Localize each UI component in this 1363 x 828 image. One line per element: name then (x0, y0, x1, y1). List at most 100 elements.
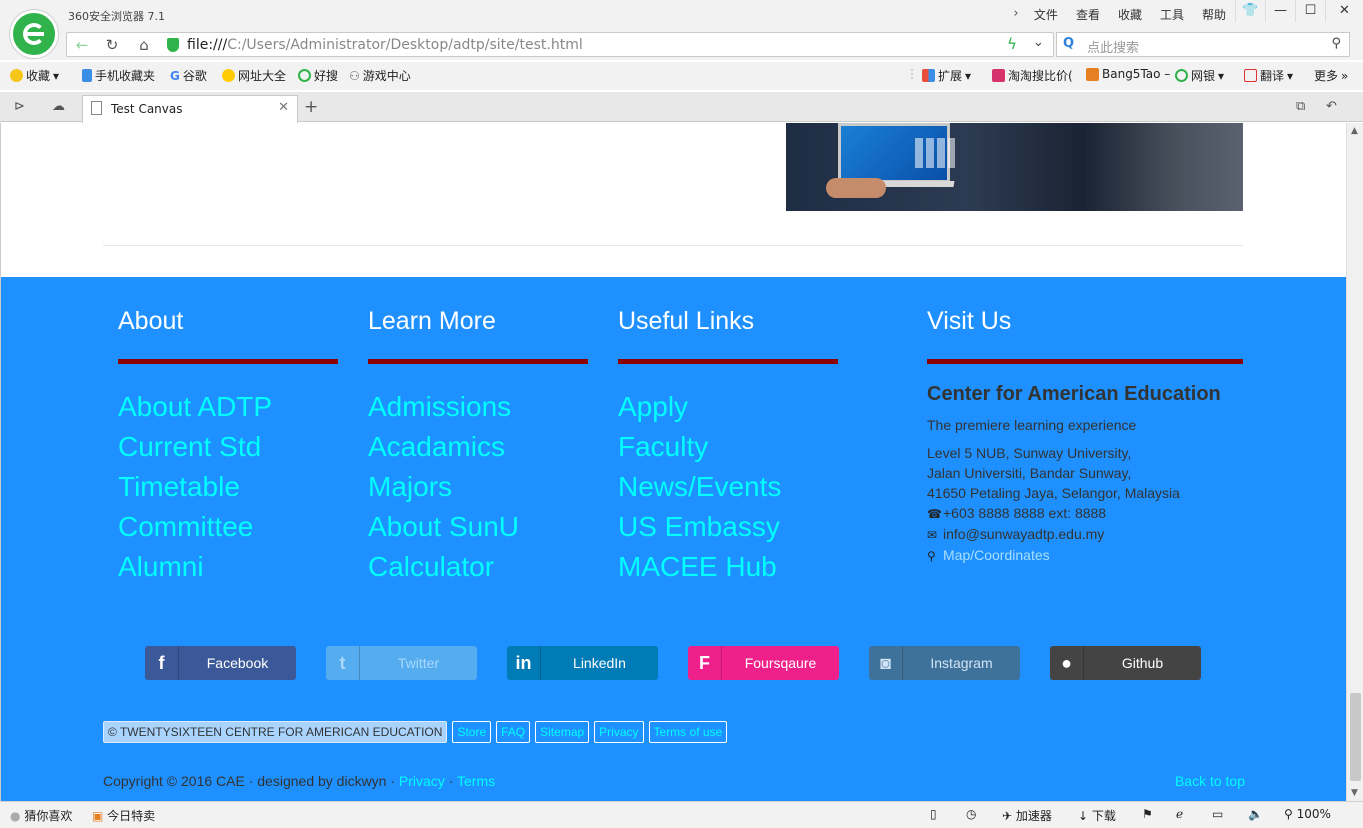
phone-number: +603 8888 8888 ext: 8888 (943, 505, 1107, 521)
footer-link[interactable]: MACEE Hub (618, 547, 781, 587)
store-link[interactable]: Store (452, 721, 492, 743)
ie-mode-icon[interactable]: ℯ (1176, 807, 1183, 821)
linkedin-button[interactable]: in LinkedIn (507, 646, 658, 680)
footer-link[interactable]: About SunU (368, 507, 519, 547)
tab-list-icon[interactable]: ⧉ (1296, 99, 1305, 114)
column-heading: Visit Us (927, 307, 1012, 335)
footer-link[interactable]: About ADTP (118, 387, 272, 427)
bookmark-sites[interactable]: 网址大全 (222, 67, 286, 84)
section-divider (103, 245, 1243, 246)
minimize-button[interactable]: — (1265, 0, 1295, 22)
cloud-icon[interactable]: ☁ (52, 99, 65, 114)
tab-close-icon[interactable]: ✕ (278, 100, 289, 115)
footer-link[interactable]: Calculator (368, 547, 519, 587)
privacy-link[interactable]: Privacy (594, 721, 644, 743)
flag-icon[interactable]: ⚑ (1142, 807, 1153, 821)
back-to-top-link[interactable]: Back to top (1175, 773, 1245, 789)
browser-logo-icon[interactable] (10, 10, 58, 58)
restore-tab-icon[interactable]: ↶ (1326, 99, 1337, 114)
volume-icon[interactable]: 🔈 (1248, 807, 1263, 821)
scroll-down-icon[interactable]: ▼ (1351, 788, 1358, 798)
scroll-thumb[interactable] (1350, 693, 1361, 781)
extensions-button[interactable]: 扩展 ▾ (922, 67, 971, 84)
footer-link[interactable]: Faculty (618, 427, 781, 467)
footer-link[interactable]: Majors (368, 467, 519, 507)
bookmark-bank[interactable]: 网银 ▾ (1175, 67, 1224, 84)
maximize-button[interactable]: ☐ (1295, 0, 1325, 22)
bookmark-mobile[interactable]: 手机收藏夹 (82, 67, 155, 84)
bookmark-label: 收藏 (26, 69, 51, 83)
bookmark-more[interactable]: 更多 » (1314, 67, 1348, 84)
google-icon: G (170, 68, 180, 83)
instagram-button[interactable]: ◙ Instagram (869, 646, 1020, 680)
legal-links: © TWENTYSIXTEEN CENTRE FOR AMERICAN EDUC… (103, 721, 728, 743)
bookmark-google[interactable]: G 谷歌 (170, 67, 207, 84)
menu-file[interactable]: 文件 (1025, 6, 1067, 23)
search-engine-icon[interactable]: Q (1063, 36, 1074, 51)
zoom-control[interactable]: ⚲ 100% (1284, 807, 1331, 821)
column-heading: Learn More (368, 307, 496, 335)
bookmark-games[interactable]: ⚇ 游戏中心 (349, 67, 411, 84)
vertical-scrollbar[interactable]: ▲ ▼ (1346, 123, 1363, 801)
menu-help[interactable]: 帮助 (1193, 6, 1235, 23)
close-button[interactable]: ✕ (1325, 0, 1363, 22)
url-input[interactable]: file:///C:/Users/Administrator/Desktop/a… (187, 37, 583, 53)
search-input[interactable]: 点此搜索 (1087, 37, 1139, 56)
url-box[interactable]: ← ↻ ⌂ file:///C:/Users/Administrator/Des… (66, 32, 1054, 57)
url-dropdown-icon[interactable]: ⌄ (1033, 35, 1044, 50)
bookmark-taotao[interactable]: 淘淘搜比价( (992, 67, 1073, 84)
skin-icon[interactable]: 👕 (1235, 0, 1265, 22)
footer-link[interactable]: Committee (118, 507, 272, 547)
footer-link[interactable]: Admissions (368, 387, 519, 427)
new-tab-button[interactable]: + (304, 97, 318, 117)
footer-link[interactable]: Apply (618, 387, 781, 427)
mobile-icon[interactable]: ▯ (930, 807, 937, 821)
menu-view[interactable]: 查看 (1067, 6, 1109, 23)
footer-link[interactable]: Current Std (118, 427, 272, 467)
network-icon[interactable]: ◷ (966, 807, 976, 821)
map-link[interactable]: Map/Coordinates (943, 547, 1050, 563)
contact-block: Level 5 NUB, Sunway University, Jalan Un… (927, 443, 1180, 566)
privacy-bottom-link[interactable]: Privacy (399, 773, 445, 789)
terms-bottom-link[interactable]: Terms (457, 773, 495, 789)
bookmark-favorites[interactable]: 收藏 ▾ (10, 67, 59, 84)
search-icon[interactable]: ⚲ (1331, 36, 1341, 51)
window-icon[interactable]: ▭ (1212, 807, 1223, 821)
todays-deals[interactable]: ▣ 今日特卖 (92, 807, 155, 824)
bookmark-haosou[interactable]: 好搜 (298, 67, 338, 84)
guess-you-like[interactable]: ● 猜你喜欢 (10, 807, 72, 824)
speed-mode-icon[interactable]: ϟ (1007, 35, 1017, 53)
download-button[interactable]: ↓ 下载 (1078, 807, 1116, 824)
accelerator-button[interactable]: ✈ 加速器 (1002, 807, 1052, 824)
app-title: 360安全浏览器 7.1 (68, 10, 165, 23)
facebook-button[interactable]: f Facebook (145, 646, 296, 680)
back-arrow-icon[interactable]: ← (71, 36, 93, 54)
sites-icon (222, 69, 235, 82)
twitter-button[interactable]: t Twitter (326, 646, 477, 680)
menu-tools[interactable]: 工具 (1151, 6, 1193, 23)
sitemap-link[interactable]: Sitemap (535, 721, 590, 743)
home-icon[interactable]: ⌂ (133, 36, 155, 54)
map-row[interactable]: ⚲ Map/Coordinates (927, 545, 1180, 566)
footer-link[interactable]: News/Events (618, 467, 781, 507)
tab-bar: ⊳ ☁ Test Canvas ✕ + ⧉ ↶ (0, 92, 1363, 123)
github-button[interactable]: ● Github (1050, 646, 1201, 680)
bookmark-translate[interactable]: 翻译 ▾ (1244, 67, 1293, 84)
copyright-icon: © (108, 725, 117, 739)
footer-link[interactable]: Acadamics (368, 427, 519, 467)
search-box[interactable]: Q 点此搜索 ⚲ (1056, 32, 1350, 57)
footer-link[interactable]: Timetable (118, 467, 272, 507)
sidebar-toggle-icon[interactable]: ⊳ (14, 99, 25, 114)
reload-icon[interactable]: ↻ (101, 36, 123, 54)
footer-link[interactable]: US Embassy (618, 507, 781, 547)
email-row: ✉ info@sunwayadtp.edu.my (927, 524, 1180, 545)
menu-favorites[interactable]: 收藏 (1109, 6, 1151, 23)
tab-test-canvas[interactable]: Test Canvas ✕ (82, 95, 298, 123)
bookmark-bang5tao[interactable]: Bang5Tao – (1086, 67, 1170, 81)
footer-link[interactable]: Alumni (118, 547, 272, 587)
scroll-up-icon[interactable]: ▲ (1351, 126, 1358, 136)
foursquare-button[interactable]: F Foursqaure (688, 646, 839, 680)
faq-link[interactable]: FAQ (496, 721, 531, 743)
chevron-right-icon[interactable]: › (1007, 6, 1025, 23)
terms-link[interactable]: Terms of use (648, 721, 728, 743)
